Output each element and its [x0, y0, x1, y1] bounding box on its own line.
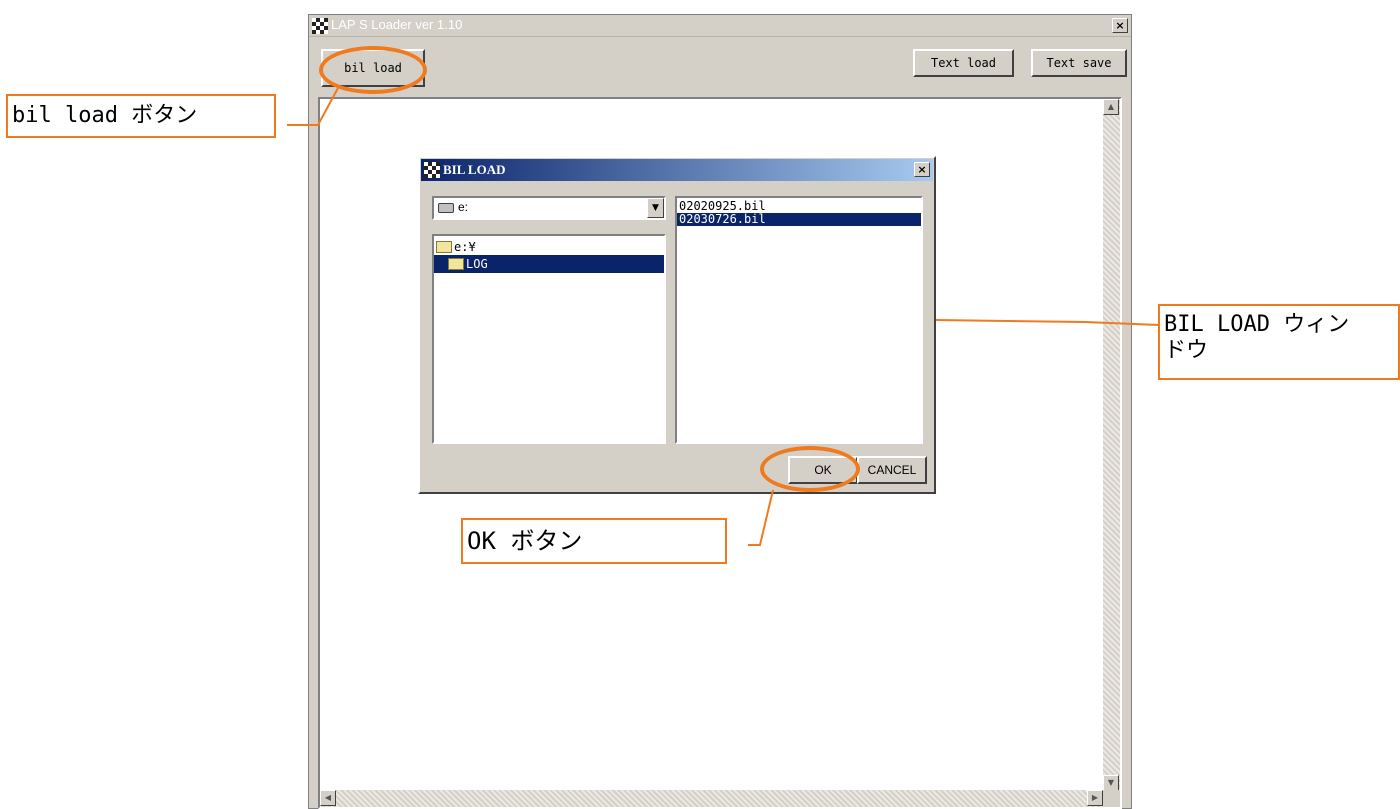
ok-highlight-ring	[760, 446, 860, 492]
dialog-callout: BIL LOAD ウィン ドウ	[1158, 304, 1400, 380]
bil-load-callout-text: bil load ボタン	[12, 103, 198, 128]
ok-connector	[748, 489, 774, 546]
bil-load-highlight-ring	[319, 46, 427, 94]
dialog-callout-line2: ドウ	[1164, 338, 1209, 363]
bil-load-connector	[287, 87, 339, 126]
bil-load-callout: bil load ボタン	[6, 94, 276, 138]
dialog-connector	[935, 319, 1161, 326]
dialog-callout-line1: BIL LOAD ウィン	[1164, 312, 1350, 337]
ok-callout: OK ボタン	[461, 518, 727, 564]
ok-callout-text: OK ボタン	[467, 527, 583, 555]
